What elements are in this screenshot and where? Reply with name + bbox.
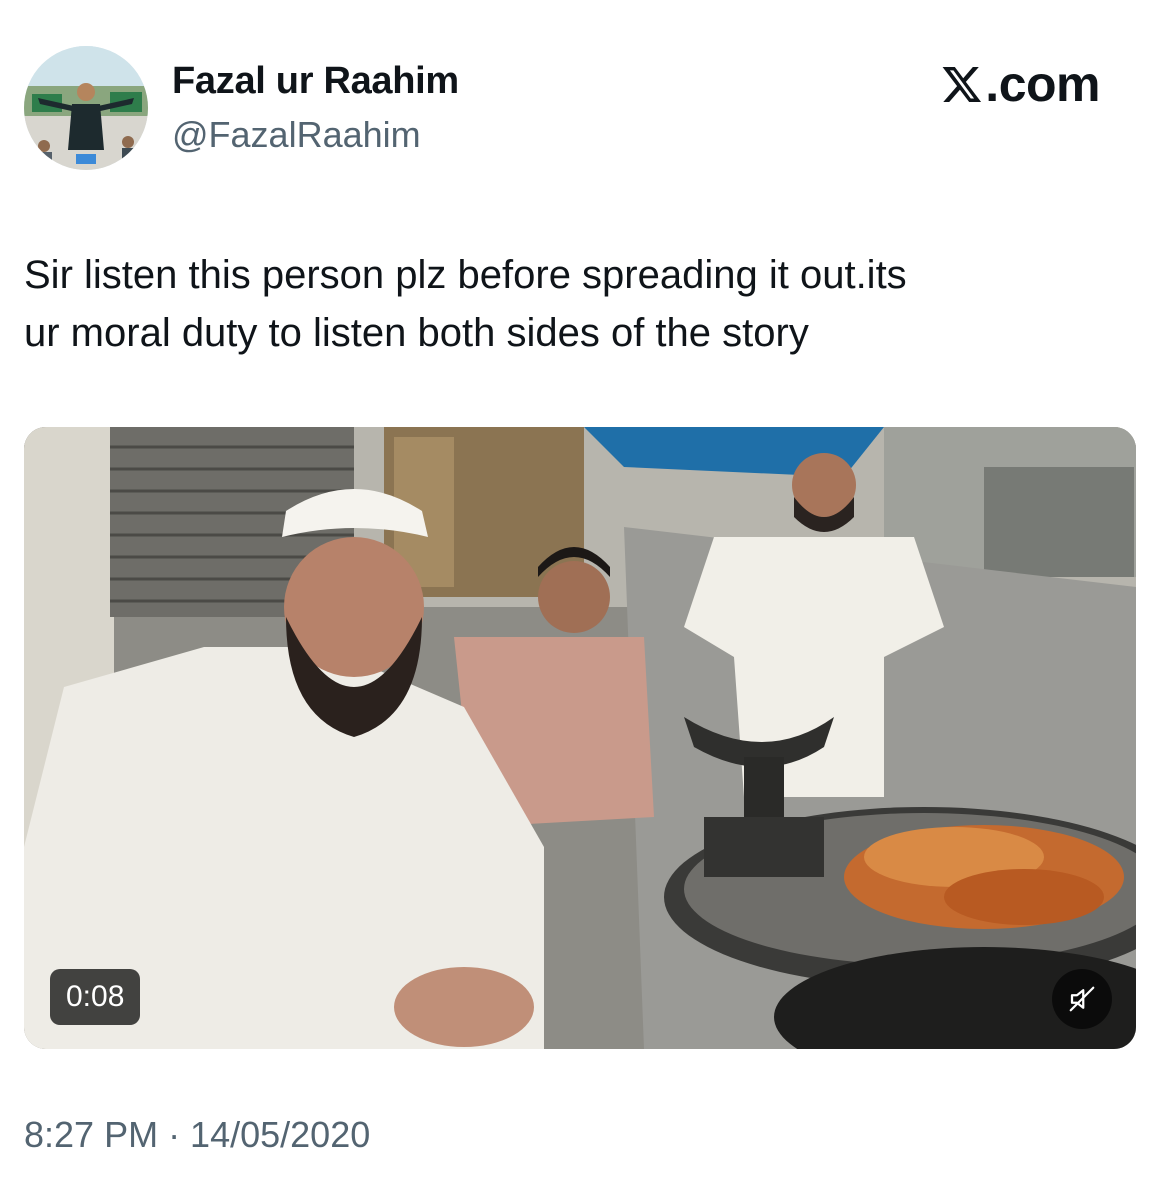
tweet-card: Fazal ur Raahim @FazalRaahim .com Sir li… <box>0 0 1160 1200</box>
user-handle[interactable]: @FazalRaahim <box>172 114 421 156</box>
tweet-timestamp[interactable]: 8:27 PM · 14/05/2020 <box>24 1114 370 1156</box>
avatar[interactable] <box>24 46 148 170</box>
tweet-text: Sir listen this person plz before spread… <box>24 253 907 355</box>
video-player[interactable]: 0:08 <box>24 427 1136 1049</box>
mute-button[interactable] <box>1052 969 1112 1029</box>
brand-text: .com <box>985 56 1100 112</box>
brand-watermark: .com <box>941 54 1100 114</box>
x-logo-icon <box>942 67 982 103</box>
avatar-image <box>24 46 148 170</box>
video-duration-badge: 0:08 <box>50 969 141 1025</box>
video-thumbnail <box>24 427 1136 1049</box>
display-name[interactable]: Fazal ur Raahim <box>172 60 459 103</box>
speaker-muted-icon <box>1069 986 1095 1012</box>
